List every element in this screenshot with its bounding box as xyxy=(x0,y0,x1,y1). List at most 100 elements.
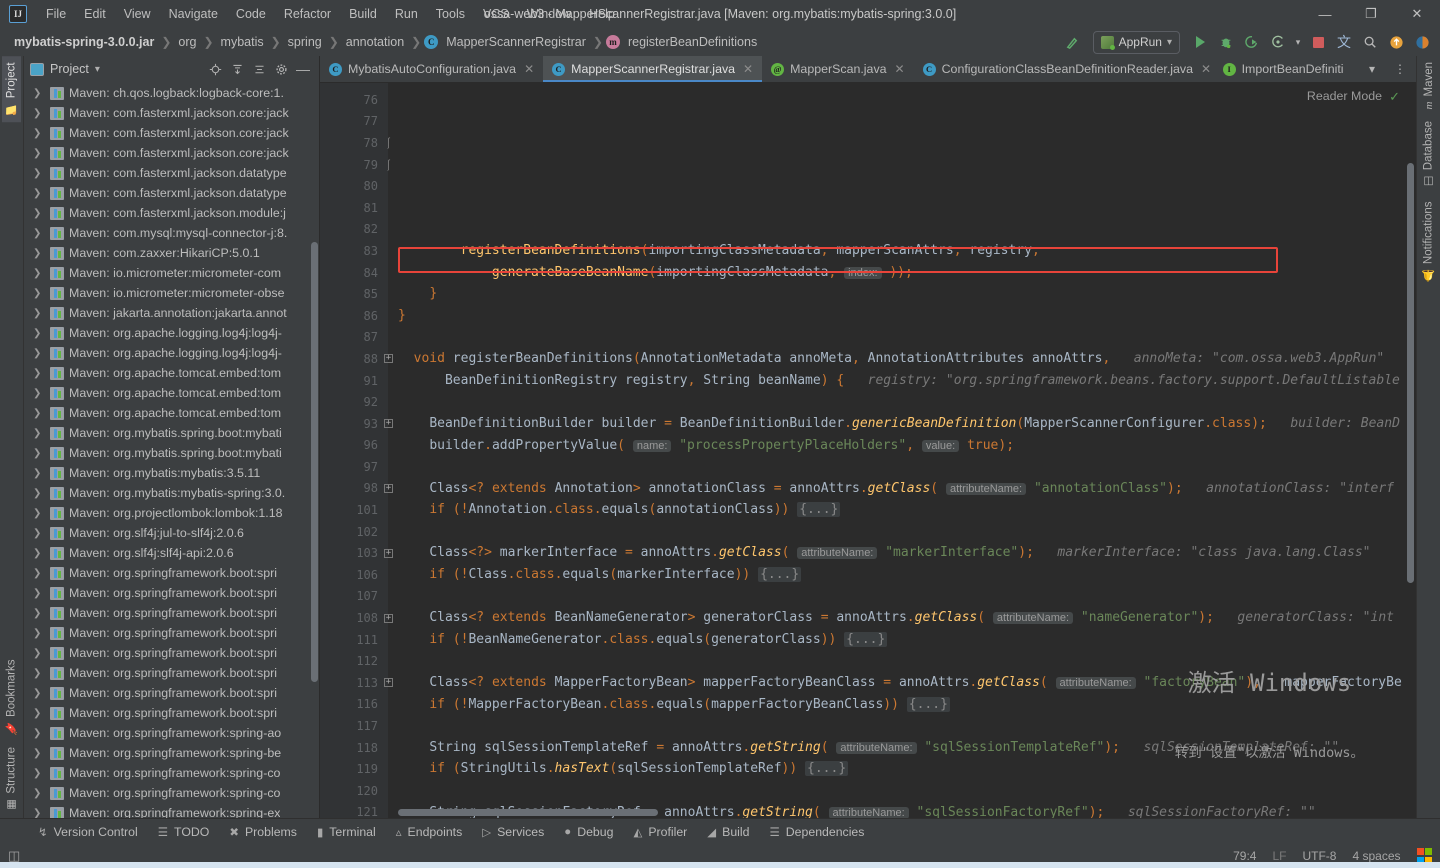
settings-gear-icon[interactable] xyxy=(271,59,291,79)
chevron-right-icon[interactable]: ❯ xyxy=(33,308,43,319)
gutter-line-number[interactable]: 107 xyxy=(320,586,388,608)
tree-item-maven-dependency[interactable]: ❯ Maven: org.mybatis.spring.boot:mybati xyxy=(24,443,319,463)
tree-item-maven-dependency[interactable]: ❯ Maven: com.fasterxml.jackson.module:j xyxy=(24,203,319,223)
gutter-line-number[interactable]: 101 xyxy=(320,499,388,521)
code-line[interactable]: BeanDefinitionBuilder builder = BeanDefi… xyxy=(388,413,1416,435)
code-line[interactable]: registerBeanDefinitions(importingClassMe… xyxy=(388,240,1416,262)
menu-run[interactable]: Run xyxy=(386,3,427,25)
breadcrumb-mybatis[interactable]: mybatis xyxy=(217,33,268,51)
code-line[interactable]: Class<? extends BeanNameGenerator> gener… xyxy=(388,607,1416,629)
tree-item-maven-dependency[interactable]: ❯ Maven: com.fasterxml.jackson.datatype xyxy=(24,163,319,183)
chevron-right-icon[interactable]: ❯ xyxy=(33,348,43,359)
chevron-right-icon[interactable]: ❯ xyxy=(33,228,43,239)
file-encoding[interactable]: UTF-8 xyxy=(1302,849,1336,863)
chevron-right-icon[interactable]: ❯ xyxy=(33,148,43,159)
chevron-right-icon[interactable]: ❯ xyxy=(33,608,43,619)
close-icon[interactable]: ✕ xyxy=(1201,62,1211,76)
tree-item-maven-dependency[interactable]: ❯ Maven: org.springframework.boot:spri xyxy=(24,623,319,643)
bottom-tab-todo[interactable]: ☰ TODO xyxy=(148,822,220,842)
code-line[interactable]: Class<? extends Annotation> annotationCl… xyxy=(388,478,1416,500)
chevron-right-icon[interactable]: ❯ xyxy=(33,568,43,579)
updates-button[interactable] xyxy=(1384,31,1408,53)
tree-item-maven-dependency[interactable]: ❯ Maven: org.apache.tomcat.embed:tom xyxy=(24,403,319,423)
indent-setting[interactable]: 4 spaces xyxy=(1352,849,1400,863)
bottom-tab-dependencies[interactable]: ☰ Dependencies xyxy=(759,822,874,842)
code-line[interactable] xyxy=(388,456,1416,478)
chevron-right-icon[interactable]: ❯ xyxy=(33,528,43,539)
code-line[interactable]: } xyxy=(388,305,1416,327)
tree-item-maven-dependency[interactable]: ❯ Maven: org.springframework.boot:spri xyxy=(24,683,319,703)
chevron-right-icon[interactable]: ❯ xyxy=(33,88,43,99)
profiler-button[interactable] xyxy=(1266,31,1290,53)
tree-item-maven-dependency[interactable]: ❯ Maven: org.mybatis:mybatis:3.5.11 xyxy=(24,463,319,483)
project-tree[interactable]: ❯ Maven: ch.qos.logback:logback-core:1. ❯ M… xyxy=(24,82,319,818)
code-line[interactable]: } xyxy=(388,283,1416,305)
gutter-line-number[interactable]: 111 xyxy=(320,629,388,651)
chevron-right-icon[interactable]: ❯ xyxy=(33,168,43,179)
gutter-line-number[interactable]: 77 xyxy=(320,111,388,133)
breadcrumb-jar[interactable]: mybatis-spring-3.0.0.jar xyxy=(10,33,158,51)
tree-item-maven-dependency[interactable]: ❯ Maven: jakarta.annotation:jakarta.annot xyxy=(24,303,319,323)
inspections-ok-icon[interactable]: ✓ xyxy=(1389,89,1400,105)
gutter-line-number[interactable]: 78 ⎰ xyxy=(320,132,394,154)
code-line[interactable]: String sqlSessionTemplateRef = annoAttrs… xyxy=(388,737,1416,759)
debug-button[interactable] xyxy=(1214,31,1238,53)
breadcrumb-org[interactable]: org xyxy=(174,33,200,51)
gutter-line-number[interactable]: 119 xyxy=(320,758,388,780)
chevron-right-icon[interactable]: ❯ xyxy=(33,488,43,499)
run-configuration-selector[interactable]: AppRun ▾ xyxy=(1092,30,1180,54)
bottom-tab-terminal[interactable]: ▮ Terminal xyxy=(307,822,386,842)
gutter-line-number[interactable]: 103 + xyxy=(320,542,393,564)
gutter-line-number[interactable]: 106 xyxy=(320,564,388,586)
gutter-line-number[interactable]: 97 xyxy=(320,456,388,478)
tree-item-maven-dependency[interactable]: ❯ Maven: com.fasterxml.jackson.core:jack xyxy=(24,103,319,123)
menu-vcs[interactable]: VCS xyxy=(474,3,518,25)
tree-item-maven-dependency[interactable]: ❯ Maven: org.springframework:spring-be xyxy=(24,743,319,763)
chevron-right-icon[interactable]: ❯ xyxy=(33,368,43,379)
tree-item-maven-dependency[interactable]: ❯ Maven: com.zaxxer:HikariCP:5.0.1 xyxy=(24,243,319,263)
caret-position[interactable]: 79:4 xyxy=(1233,849,1256,863)
chevron-right-icon[interactable]: ❯ xyxy=(33,128,43,139)
profiler-dropdown-icon[interactable]: ▾ xyxy=(1292,31,1304,53)
chevron-down-icon[interactable]: ▾ xyxy=(95,64,100,75)
translate-button[interactable]: 文 xyxy=(1332,31,1356,53)
menu-edit[interactable]: Edit xyxy=(75,3,115,25)
chevron-right-icon[interactable]: ❯ xyxy=(33,808,43,819)
code-line[interactable]: if (!BeanNameGenerator.class.equals(gene… xyxy=(388,629,1416,651)
bottom-tab-version-control[interactable]: ↯ Version Control xyxy=(28,822,148,842)
breadcrumb-spring[interactable]: spring xyxy=(284,33,326,51)
gutter-line-number[interactable]: 91 xyxy=(320,370,388,392)
gutter-line-number[interactable]: 120 xyxy=(320,780,388,802)
account-button[interactable] xyxy=(1410,31,1434,53)
menu-build[interactable]: Build xyxy=(340,3,386,25)
run-with-coverage-button[interactable] xyxy=(1240,31,1264,53)
tree-item-maven-dependency[interactable]: ❯ Maven: org.apache.tomcat.embed:tom xyxy=(24,383,319,403)
chevron-right-icon[interactable]: ❯ xyxy=(33,508,43,519)
chevron-right-icon[interactable]: ❯ xyxy=(33,768,43,779)
tree-item-maven-dependency[interactable]: ❯ Maven: org.slf4j:jul-to-slf4j:2.0.6 xyxy=(24,523,319,543)
chevron-right-icon[interactable]: ❯ xyxy=(33,648,43,659)
editor-vertical-scrollbar[interactable] xyxy=(1407,163,1414,583)
code-line[interactable] xyxy=(388,521,1416,543)
sidebar-item-structure[interactable]: ▦ Structure xyxy=(2,741,21,818)
bottom-tab-services[interactable]: ▷ Services xyxy=(472,822,554,842)
tree-item-maven-dependency[interactable]: ❯ Maven: com.fasterxml.jackson.datatype xyxy=(24,183,319,203)
locate-icon[interactable] xyxy=(205,59,225,79)
bottom-tab-problems[interactable]: ✖ Problems xyxy=(219,822,307,842)
gutter-line-number[interactable]: 96 xyxy=(320,435,388,457)
tree-item-maven-dependency[interactable]: ❯ Maven: com.fasterxml.jackson.core:jack xyxy=(24,123,319,143)
gutter-line-number[interactable]: 84 xyxy=(320,262,388,284)
code-line[interactable]: void registerBeanDefinitions(AnnotationM… xyxy=(388,348,1416,370)
tree-item-maven-dependency[interactable]: ❯ Maven: org.springframework.boot:spri xyxy=(24,643,319,663)
chevron-right-icon[interactable]: ❯ xyxy=(33,188,43,199)
chevron-right-icon[interactable]: ❯ xyxy=(33,388,43,399)
menu-file[interactable]: File xyxy=(37,3,75,25)
gutter-line-number[interactable]: 81 xyxy=(320,197,388,219)
gutter-line-number[interactable]: 88 + xyxy=(320,348,393,370)
code-line[interactable]: generateBaseBeanName(importingClassMetad… xyxy=(388,262,1416,284)
code-line[interactable]: if (!Annotation.class.equals(annotationC… xyxy=(388,499,1416,521)
close-icon[interactable]: ✕ xyxy=(895,62,905,76)
sidebar-item-database[interactable]: ◫ Database xyxy=(1419,115,1438,194)
bottom-tab-build[interactable]: ◢ Build xyxy=(697,822,759,842)
chevron-right-icon[interactable]: ❯ xyxy=(33,408,43,419)
